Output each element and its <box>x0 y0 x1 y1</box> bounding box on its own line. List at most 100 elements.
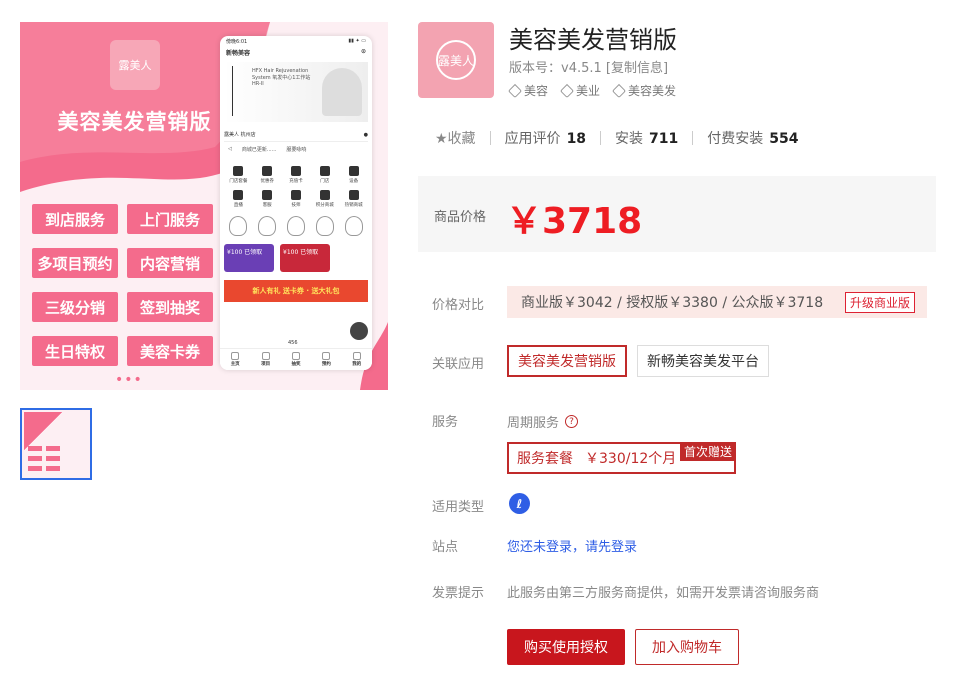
service-plan-option[interactable]: 服务套餐 ￥330/12个月 首次赠送 <box>507 442 736 474</box>
grid-item-icon <box>262 190 273 200</box>
app-title: 美容美发营销版 <box>509 26 677 54</box>
divider <box>692 131 694 145</box>
grid-item-label: 技师 <box>291 203 301 208</box>
phone-tab-label: 主页 <box>230 362 240 367</box>
service-type-label: 周期服务 <box>507 416 560 431</box>
face-icon <box>286 216 305 236</box>
grid-item-icon <box>319 190 330 200</box>
product-page: 露美人 美容美发营销版 到店服务 上门服务 多项目预约 内容营销 三级分销 签到… <box>0 0 960 681</box>
hero-tag: 多项目预约 <box>32 248 118 278</box>
thumbnail-tag <box>28 446 42 451</box>
grid-item: 热销商城 <box>339 190 368 208</box>
phone-tab: 主页 <box>231 352 240 367</box>
service-label: 服务 <box>432 415 459 430</box>
grid-item: 设备 <box>339 166 368 184</box>
buy-license-button[interactable]: 购买使用授权 <box>507 629 625 665</box>
thumbnail-tag <box>46 456 60 461</box>
related-app-option[interactable]: 美容美发营销版 <box>507 345 627 377</box>
grid-item-icon <box>319 166 330 176</box>
hero-logo: 露美人 <box>110 40 160 90</box>
grid-icon <box>261 352 270 360</box>
hero-tag: 三级分销 <box>32 292 118 322</box>
app-tag[interactable]: 美容美发 <box>611 82 677 99</box>
phone-tab: 抽奖 <box>291 352 300 367</box>
tag-icon <box>611 83 627 98</box>
grid-item: 充值卡 <box>282 166 311 184</box>
phone-banner-text: HFX Hair Rejuvenation System 氧发中心1工作站HR-… <box>252 68 311 87</box>
grid-item-label: 门店 <box>320 179 330 184</box>
face-icon <box>315 216 334 236</box>
grid-item-label: 优惠券 <box>260 179 274 184</box>
hero-tag: 签到抽奖 <box>127 292 213 322</box>
grid-item-icon <box>233 166 244 176</box>
thumbnail-image <box>24 412 88 476</box>
app-tag[interactable]: 美业 <box>559 82 601 99</box>
phone-count: 456 <box>288 340 298 346</box>
invoice-label: 发票提示 <box>432 586 485 601</box>
favorite-button[interactable]: ★收藏 <box>435 128 476 148</box>
gallery-thumbnail[interactable] <box>20 408 92 480</box>
rating-stat[interactable]: 应用评价 18 <box>505 128 586 148</box>
phone-menu-icon: ⊙ <box>360 48 366 55</box>
grid-item-label: 直播 <box>233 203 243 208</box>
plan-name: 服务套餐 <box>517 451 573 467</box>
login-link[interactable]: 您还未登录，请先登录 <box>507 536 637 555</box>
app-logo-mark: 露美人 <box>436 40 476 80</box>
grid-item-icon <box>233 190 244 200</box>
face-icon <box>229 216 248 236</box>
related-app-option[interactable]: 新畅美容美发平台 <box>637 345 769 377</box>
upgrade-button[interactable]: 升级商业版 <box>844 292 915 313</box>
service-type: 周期服务 ? <box>507 412 579 431</box>
phone-notice-b: 服要咏响 <box>286 147 307 153</box>
paid-install-value: 554 <box>769 131 799 147</box>
phone-tab-label: 项目 <box>261 362 271 367</box>
phone-contact-icon <box>350 322 368 340</box>
paid-install-stat: 付费安装 554 <box>707 128 798 148</box>
coupon-card: ¥100 已领取 <box>224 244 274 272</box>
compare-label: 价格对比 <box>432 298 485 313</box>
grid-item-icon <box>262 166 273 176</box>
home-icon <box>231 352 240 360</box>
grid-item-label: 客服 <box>262 203 272 208</box>
install-stat: 安装 711 <box>615 128 678 148</box>
price-compare: 商业版￥3042 / 授权版￥3380 / 公众版￥3718 升级商业版 <box>507 286 927 318</box>
phone-banner: HFX Hair Rejuvenation System 氧发中心1工作站HR-… <box>224 62 368 122</box>
grid-item-icon <box>290 166 301 176</box>
hero-title: 美容美发营销版 <box>57 109 212 134</box>
paid-install-label: 付费安装 <box>707 131 764 147</box>
app-tag[interactable]: 美容 <box>507 82 549 99</box>
plan-price: ￥330/12个月 <box>585 451 677 467</box>
phone-time: 傍晚6:01 <box>226 39 248 45</box>
divider <box>489 131 491 145</box>
install-value: 711 <box>649 131 679 147</box>
grid-item-label: 积分商城 <box>315 203 334 208</box>
hero-banner: 露美人 美容美发营销版 到店服务 上门服务 多项目预约 内容营销 三级分销 签到… <box>20 22 388 390</box>
divider <box>600 131 602 145</box>
add-to-cart-button[interactable]: 加入购物车 <box>635 629 739 665</box>
first-gift-badge: 首次赠送 <box>679 442 736 461</box>
thumbnail-tag <box>46 446 60 451</box>
carousel-dots[interactable]: ••• <box>115 372 143 388</box>
app-tag-label: 美业 <box>576 84 601 98</box>
phone-title: 新畅美容 <box>226 50 251 57</box>
price-value: ￥3718 <box>506 201 643 242</box>
phone-face-services <box>220 212 372 240</box>
hero-tag: 生日特权 <box>32 336 118 366</box>
related-label: 关联应用 <box>432 357 485 372</box>
grid-item: 优惠券 <box>253 166 282 184</box>
copy-info-link[interactable]: [复制信息] <box>606 61 668 76</box>
compare-text: 商业版￥3042 / 授权版￥3380 / 公众版￥3718 <box>521 295 824 311</box>
speaker-icon: ◁ <box>228 146 232 152</box>
app-tag-label: 美容美发 <box>628 84 677 98</box>
phone-promo-banner: 新人有礼 送卡券 · 送大礼包 <box>224 280 368 302</box>
grid-item: 门店套餐 <box>224 166 253 184</box>
grid-item-icon <box>348 166 359 176</box>
hero-tag: 美容卡券 <box>127 336 213 366</box>
version-row: 版本号：v4.5.1 [复制信息] <box>509 57 668 76</box>
lottery-icon <box>291 352 300 360</box>
phone-tab: 项目 <box>261 352 270 367</box>
thumbnail-tag <box>28 456 42 461</box>
app-tag-label: 美容 <box>524 84 549 98</box>
install-label: 安装 <box>615 131 644 147</box>
help-icon[interactable]: ? <box>565 415 579 428</box>
